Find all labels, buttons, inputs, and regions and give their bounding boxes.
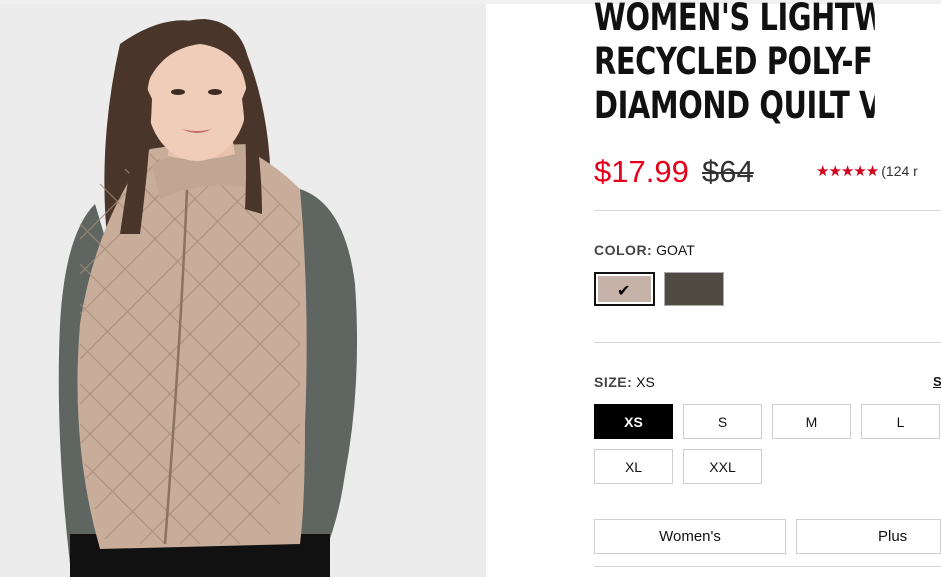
color-label-row: COLOR: GOAT (594, 242, 695, 258)
product-title-line-2: RECYCLED POLY-FILL (594, 40, 875, 83)
product-image[interactable] (0, 4, 486, 577)
rating-link[interactable]: ★★★★★ (124 r (816, 162, 918, 180)
star-rating-icon: ★★★★★ (816, 163, 879, 180)
product-title-line-3: DIAMOND QUILT VEST (594, 84, 875, 127)
divider (594, 566, 941, 567)
divider (594, 210, 941, 211)
selected-color: GOAT (656, 242, 695, 258)
fit-option-plus[interactable]: Plus (796, 519, 941, 554)
fit-option-womens[interactable]: Women's (594, 519, 786, 554)
size-option-l[interactable]: L (861, 404, 940, 439)
size-label: SIZE: (594, 374, 633, 390)
selected-size: XS (636, 374, 655, 390)
checkmark-icon: ✔ (617, 283, 631, 300)
color-label: COLOR: (594, 242, 653, 258)
product-title-line-1: WOMEN'S LIGHTWEIGHT (594, 0, 875, 39)
divider (594, 342, 941, 343)
size-option-xl[interactable]: XL (594, 449, 673, 484)
color-swatch-dark[interactable] (664, 272, 724, 306)
price-row: $17.99 $64 ★★★★★ (124 r (594, 154, 941, 194)
original-price: $64 (702, 154, 754, 189)
product-title: WOMEN'S LIGHTWEIGHT RECYCLED POLY-FILL D… (594, 0, 875, 128)
size-option-m[interactable]: M (772, 404, 851, 439)
size-option-xxl[interactable]: XXL (683, 449, 762, 484)
product-photo-illustration (0, 4, 486, 577)
size-guide-link[interactable]: S (933, 374, 941, 389)
sale-price: $17.99 (594, 154, 689, 189)
color-swatch-goat[interactable]: ✔ (594, 272, 655, 306)
size-option-s[interactable]: S (683, 404, 762, 439)
size-label-row: SIZE: XS (594, 374, 655, 390)
size-option-xs[interactable]: XS (594, 404, 673, 439)
review-count: (124 r (881, 163, 918, 179)
